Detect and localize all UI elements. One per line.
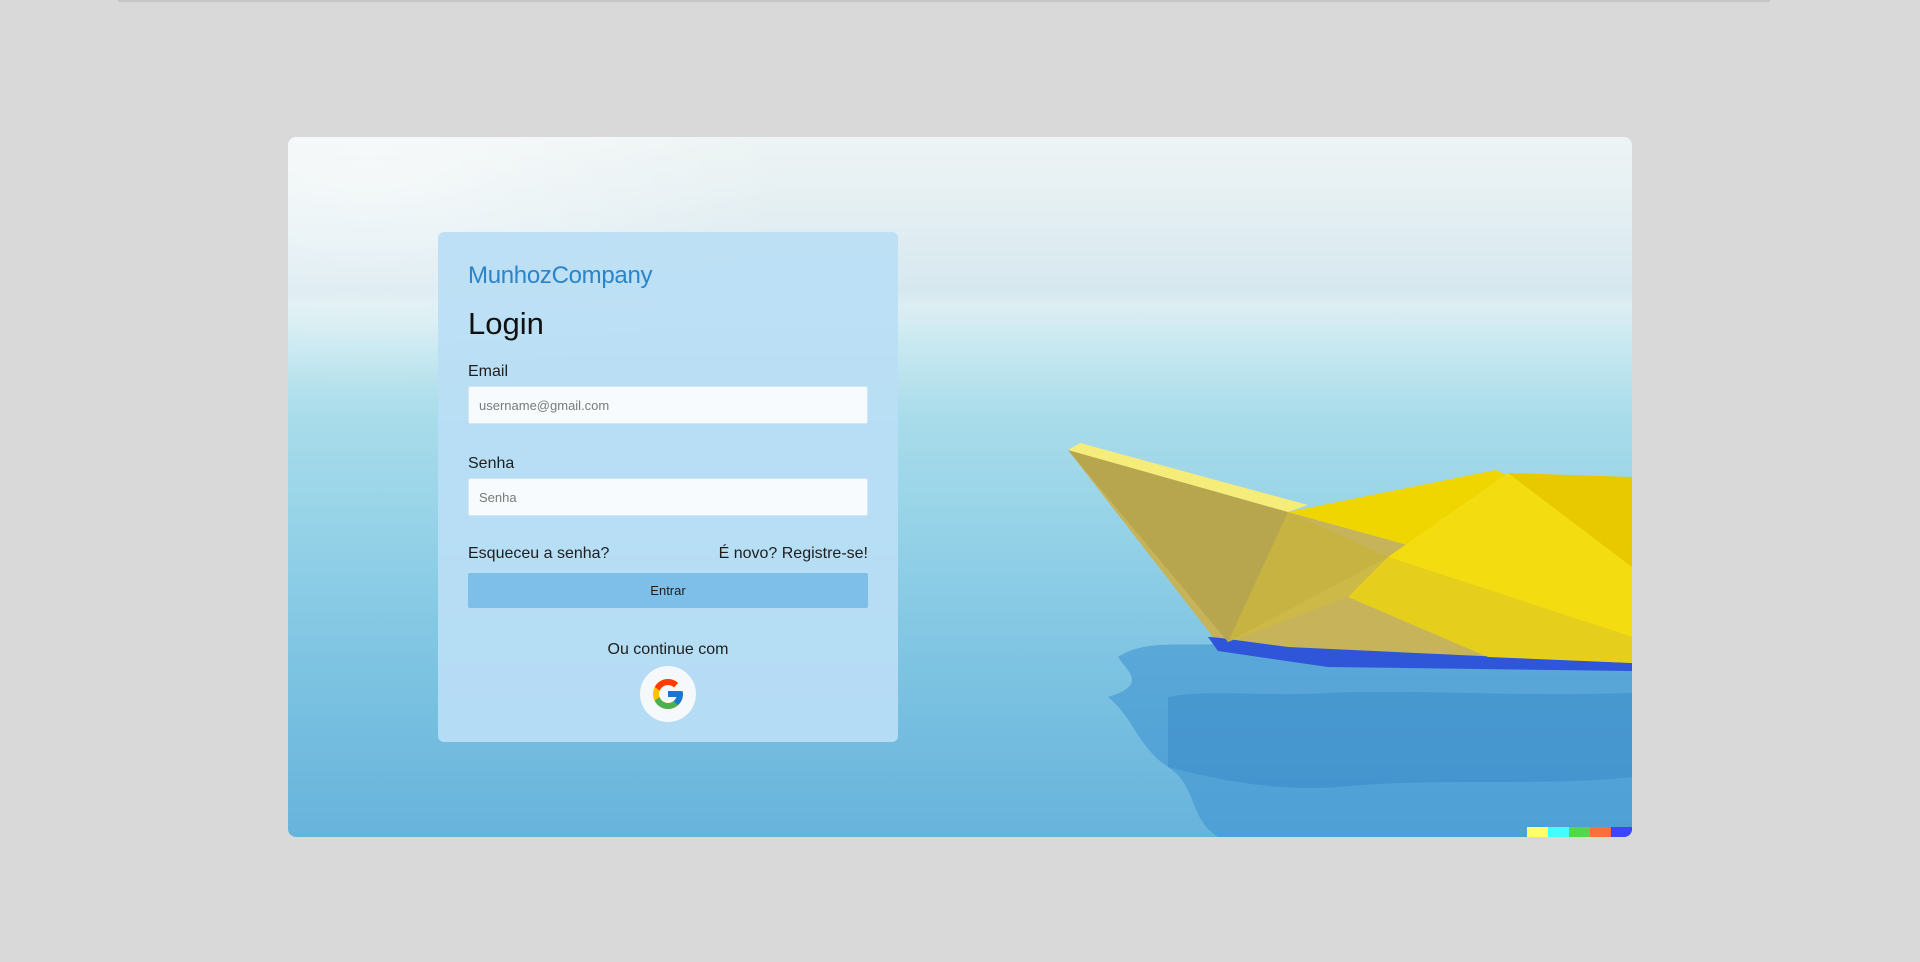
login-title: Login [468, 306, 544, 341]
login-submit-button[interactable]: Entrar [468, 573, 868, 608]
google-icon [653, 679, 683, 709]
brand-name: MunhozCompany [468, 262, 653, 289]
forgot-password-link[interactable]: Esqueceu a senha? [468, 544, 609, 564]
register-link[interactable]: É novo? Registre-se! [719, 544, 868, 564]
strip-green [1569, 827, 1590, 837]
strip-cyan [1548, 827, 1569, 837]
strip-blue [1611, 827, 1632, 837]
google-login-button[interactable] [640, 666, 696, 722]
browser-top-edge [118, 0, 1770, 2]
email-input[interactable] [468, 386, 868, 424]
strip-orange [1590, 827, 1611, 837]
password-input[interactable] [468, 478, 868, 516]
alt-login-text: Ou continue com [607, 641, 729, 658]
auth-links-row: Esqueceu a senha? É novo? Registre-se! [468, 544, 868, 564]
login-card: MunhozCompany Login Email Senha Esqueceu… [438, 232, 898, 742]
color-strip [1527, 827, 1632, 837]
email-label: Email [468, 363, 509, 380]
password-label: Senha [468, 455, 515, 472]
strip-yellow [1527, 827, 1548, 837]
